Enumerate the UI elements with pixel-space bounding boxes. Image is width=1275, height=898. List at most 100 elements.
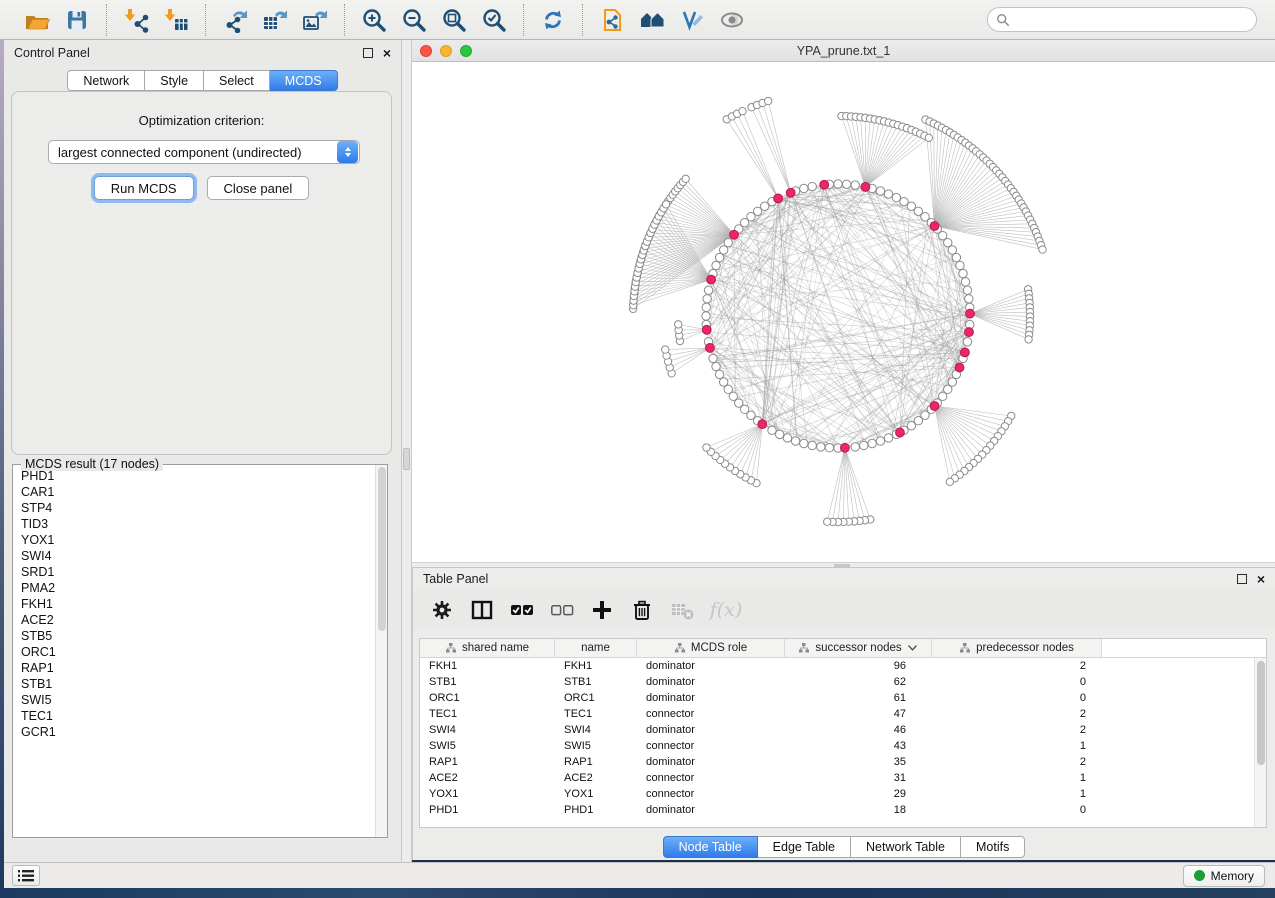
cell-successor_nodes[interactable]: 96 xyxy=(785,658,932,674)
column-header-successor-nodes[interactable]: successor nodes xyxy=(785,639,932,657)
mcds-node[interactable] xyxy=(707,275,716,284)
network-node[interactable] xyxy=(709,354,717,362)
mcds-node[interactable] xyxy=(774,194,783,203)
network-node[interactable] xyxy=(703,295,711,303)
search-input[interactable] xyxy=(1015,13,1248,27)
cell-successor_nodes[interactable]: 62 xyxy=(785,674,932,690)
mcds-node[interactable] xyxy=(730,230,739,239)
table-row[interactable]: SWI4SWI4dominator462 xyxy=(420,722,1266,738)
result-list-item[interactable]: ORC1 xyxy=(14,644,375,660)
result-list-item[interactable]: STP4 xyxy=(14,500,375,516)
result-list-item[interactable]: TEC1 xyxy=(14,708,375,724)
mcds-node[interactable] xyxy=(965,328,974,337)
cell-mcds_role[interactable]: connector xyxy=(637,738,785,754)
network-node[interactable] xyxy=(715,253,723,261)
table-row[interactable]: SWI5SWI5connector431 xyxy=(420,738,1266,754)
cell-predecessor_nodes[interactable]: 0 xyxy=(932,674,1102,690)
tab-edge-table[interactable]: Edge Table xyxy=(758,836,851,858)
settings-gear-button[interactable] xyxy=(427,595,457,625)
mcds-node[interactable] xyxy=(820,180,829,189)
network-leaf-node[interactable] xyxy=(675,321,682,328)
column-header-predecessor-nodes[interactable]: predecessor nodes xyxy=(932,639,1102,657)
network-leaf-node[interactable] xyxy=(824,518,831,525)
network-node[interactable] xyxy=(876,437,884,445)
select-all-checked-button[interactable] xyxy=(507,595,537,625)
cell-mcds_role[interactable]: connector xyxy=(637,770,785,786)
table-row[interactable]: ORC1ORC1dominator610 xyxy=(420,690,1266,706)
network-node[interactable] xyxy=(952,253,960,261)
close-table-panel-icon[interactable]: × xyxy=(1257,574,1265,584)
task-history-button[interactable] xyxy=(12,865,40,886)
float-panel-icon[interactable] xyxy=(363,48,373,58)
table-row[interactable]: STB1STB1dominator620 xyxy=(420,674,1266,690)
result-list-item[interactable]: SWI4 xyxy=(14,548,375,564)
mcds-node[interactable] xyxy=(702,325,711,334)
network-node[interactable] xyxy=(712,362,720,370)
network-node[interactable] xyxy=(715,370,723,378)
import-table-button[interactable] xyxy=(159,4,193,36)
run-mcds-button[interactable]: Run MCDS xyxy=(94,176,194,200)
cell-predecessor_nodes[interactable]: 1 xyxy=(932,770,1102,786)
network-node[interactable] xyxy=(791,437,799,445)
float-table-panel-icon[interactable] xyxy=(1237,574,1247,584)
network-node[interactable] xyxy=(860,441,868,449)
network-leaf-node[interactable] xyxy=(946,478,953,485)
network-node[interactable] xyxy=(963,286,971,294)
split-columns-button[interactable] xyxy=(467,595,497,625)
home-pages-button[interactable] xyxy=(635,4,669,36)
open-file-button[interactable] xyxy=(20,4,54,36)
cell-shared_name[interactable]: STB1 xyxy=(420,674,555,690)
cell-shared_name[interactable]: YOX1 xyxy=(420,786,555,802)
tab-motifs[interactable]: Motifs xyxy=(961,836,1025,858)
result-list-item[interactable]: STB1 xyxy=(14,676,375,692)
network-leaf-node[interactable] xyxy=(1025,336,1032,343)
result-list-scrollbar[interactable] xyxy=(375,465,387,837)
network-node[interactable] xyxy=(702,312,710,320)
vizmapper-button[interactable] xyxy=(675,4,709,36)
cell-shared_name[interactable]: ACE2 xyxy=(420,770,555,786)
network-node[interactable] xyxy=(834,180,842,188)
cell-successor_nodes[interactable]: 46 xyxy=(785,722,932,738)
cell-name[interactable]: STB1 xyxy=(555,674,637,690)
network-node[interactable] xyxy=(876,187,884,195)
cell-shared_name[interactable]: PHD1 xyxy=(420,802,555,818)
criterion-select[interactable]: largest connected component (undirected) xyxy=(48,140,360,164)
network-leaf-node[interactable] xyxy=(1039,246,1046,253)
network-node[interactable] xyxy=(961,278,969,286)
network-canvas[interactable] xyxy=(412,62,1275,562)
cell-shared_name[interactable]: RAP1 xyxy=(420,754,555,770)
cell-mcds_role[interactable]: dominator xyxy=(637,722,785,738)
memory-button[interactable]: Memory xyxy=(1183,865,1265,887)
result-list-item[interactable]: PMA2 xyxy=(14,580,375,596)
vertical-splitter[interactable] xyxy=(402,40,412,862)
cell-successor_nodes[interactable]: 43 xyxy=(785,738,932,754)
mcds-node[interactable] xyxy=(930,402,939,411)
network-node[interactable] xyxy=(948,246,956,254)
network-node[interactable] xyxy=(956,261,964,269)
cell-successor_nodes[interactable]: 18 xyxy=(785,802,932,818)
cell-successor_nodes[interactable]: 35 xyxy=(785,754,932,770)
result-list-item[interactable]: PHD1 xyxy=(14,468,375,484)
cell-successor_nodes[interactable]: 29 xyxy=(785,786,932,802)
network-node[interactable] xyxy=(800,184,808,192)
network-node[interactable] xyxy=(800,439,808,447)
deselect-all-button[interactable] xyxy=(547,595,577,625)
cell-name[interactable]: RAP1 xyxy=(555,754,637,770)
cell-shared_name[interactable]: SWI5 xyxy=(420,738,555,754)
network-node[interactable] xyxy=(808,441,816,449)
network-leaf-node[interactable] xyxy=(662,346,669,353)
table-row[interactable]: FKH1FKH1dominator962 xyxy=(420,658,1266,674)
cell-mcds_role[interactable]: dominator xyxy=(637,802,785,818)
close-panel-button[interactable]: Close panel xyxy=(207,176,310,200)
network-leaf-node[interactable] xyxy=(662,201,669,208)
cell-predecessor_nodes[interactable]: 2 xyxy=(932,706,1102,722)
tab-mcds[interactable]: MCDS xyxy=(270,70,338,91)
cell-shared_name[interactable]: TEC1 xyxy=(420,706,555,722)
network-node[interactable] xyxy=(965,295,973,303)
tab-network-table[interactable]: Network Table xyxy=(851,836,961,858)
cell-predecessor_nodes[interactable]: 0 xyxy=(932,802,1102,818)
mcds-node[interactable] xyxy=(896,428,905,437)
cell-name[interactable]: SWI4 xyxy=(555,722,637,738)
network-leaf-node[interactable] xyxy=(703,444,710,451)
result-list-item[interactable]: ACE2 xyxy=(14,612,375,628)
